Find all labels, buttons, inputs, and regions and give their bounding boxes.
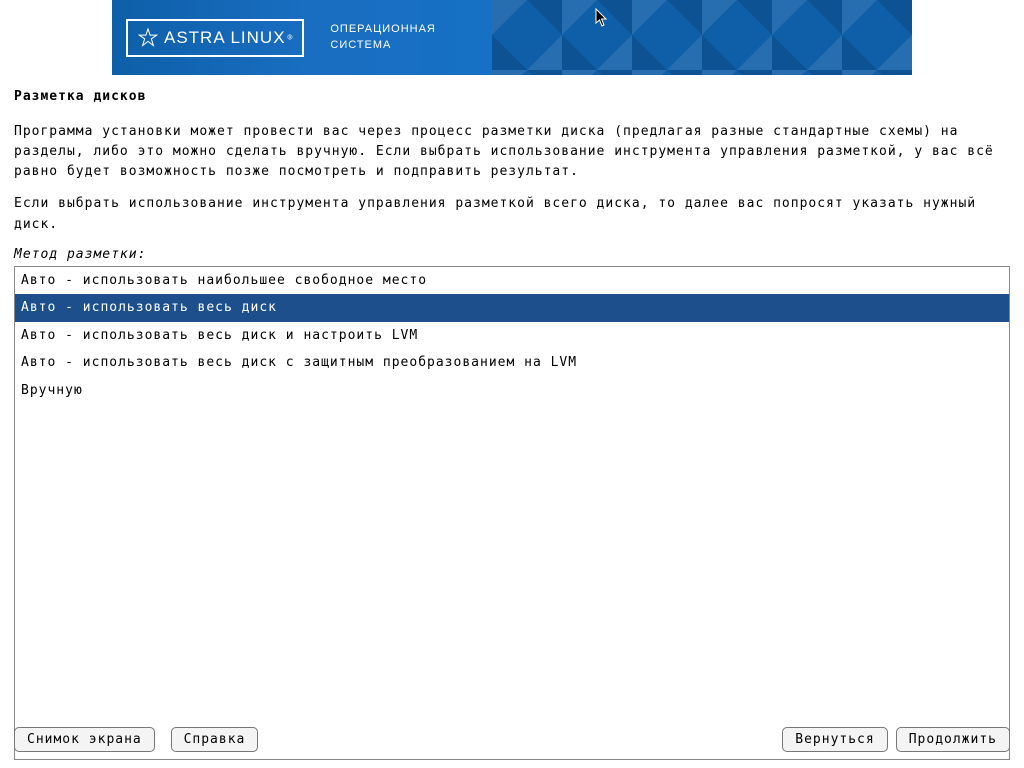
logo-text: ASTRA LINUX	[164, 28, 286, 48]
back-button[interactable]: Вернуться	[782, 727, 887, 752]
page-title: Разметка дисков	[14, 89, 1010, 104]
description-paragraph-1: Программа установки может провести вас ч…	[14, 122, 1010, 182]
registered-mark: ®	[288, 33, 293, 42]
partition-method-option[interactable]: Вручную	[15, 377, 1009, 405]
subtitle-line1: ОПЕРАЦИОННАЯ	[330, 22, 436, 37]
star-icon	[138, 28, 158, 48]
partition-method-option[interactable]: Авто - использовать наибольшее свободное…	[15, 267, 1009, 295]
footer-bar: Снимок экрана Справка Вернуться Продолжи…	[0, 710, 1024, 768]
method-label: Метод разметки:	[14, 247, 1010, 262]
screenshot-button[interactable]: Снимок экрана	[14, 727, 155, 752]
partition-method-option[interactable]: Авто - использовать весь диск и настроит…	[15, 322, 1009, 350]
help-button[interactable]: Справка	[171, 727, 259, 752]
main-content: Разметка дисков Программа установки може…	[0, 75, 1024, 760]
description-paragraph-2: Если выбрать использование инструмента у…	[14, 194, 1010, 234]
partition-method-listbox[interactable]: Авто - использовать наибольшее свободное…	[14, 266, 1010, 760]
partition-method-option[interactable]: Авто - использовать весь диск	[15, 294, 1009, 322]
subtitle-line2: СИСТЕМА	[330, 38, 436, 53]
banner-subtitle: ОПЕРАЦИОННАЯ СИСТЕМА	[330, 22, 436, 53]
banner-pattern	[492, 0, 912, 75]
partition-method-option[interactable]: Авто - использовать весь диск с защитным…	[15, 349, 1009, 377]
header-banner: ASTRA LINUX ® ОПЕРАЦИОННАЯ СИСТЕМА	[112, 0, 912, 75]
astra-logo: ASTRA LINUX ®	[126, 19, 304, 57]
continue-button[interactable]: Продолжить	[896, 727, 1010, 752]
